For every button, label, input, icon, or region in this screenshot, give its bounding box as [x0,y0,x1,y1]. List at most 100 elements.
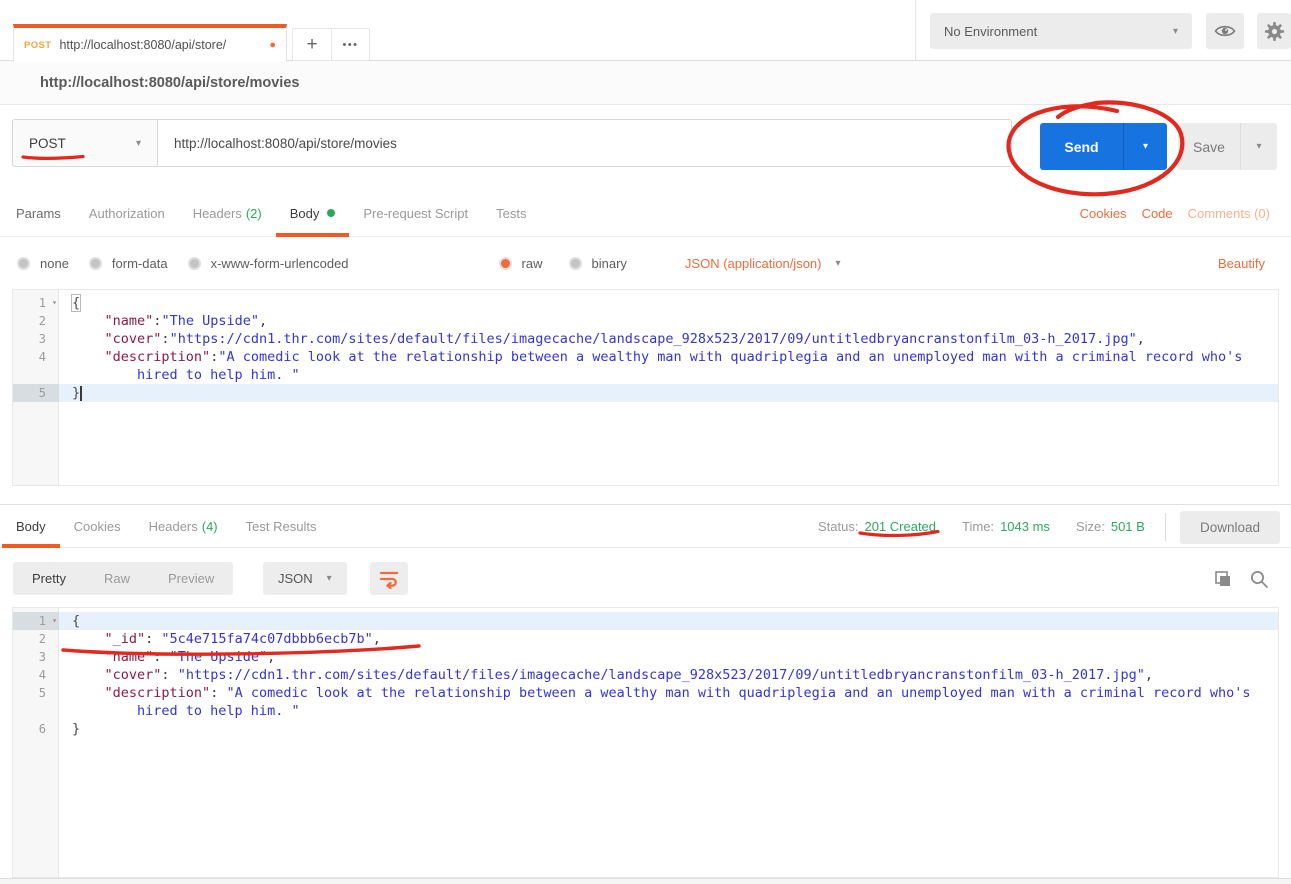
request-tab[interactable]: POST http://localhost:8080/api/store/ ● [13,24,287,62]
code-line: 4 "cover": "https://cdn1.thr.com/sites/d… [13,666,1278,684]
chevron-down-icon: ▾ [136,138,141,149]
response-format-selector[interactable]: JSON ▾ [263,562,347,595]
method-label: POST [29,136,66,151]
environment-quick-look-button[interactable] [1206,13,1244,49]
radio-icon [89,257,102,270]
code-line: 2 "name":"The Upside", [13,312,1278,330]
save-label: Save [1178,123,1240,170]
radio-selected-icon [499,257,512,270]
url-input[interactable] [157,119,1012,167]
response-format-label: JSON [278,571,313,586]
code-line: 5} [13,384,1278,402]
tab-tests[interactable]: Tests [482,190,540,236]
download-button[interactable]: Download [1180,511,1280,544]
body-mode-urlencoded[interactable]: x-www-form-urlencoded [188,256,349,271]
new-tab-button[interactable]: + [293,29,331,60]
headers-count: (2) [246,206,262,221]
send-options-button[interactable]: ▾ [1123,123,1167,170]
wrap-text-button[interactable] [370,562,408,595]
gear-icon [1263,20,1286,43]
code-line: 4 "description":"A comedic look at the r… [13,348,1278,366]
code-line: 3 "name": "The Upside", [13,648,1278,666]
response-tab-body[interactable]: Body [2,505,60,547]
chevron-down-icon: ▾ [835,258,840,269]
method-selector[interactable]: POST ▾ [12,119,158,167]
radio-label: none [40,256,69,271]
radio-icon [188,257,201,270]
radio-label: binary [592,256,627,271]
search-icon[interactable] [1249,569,1269,589]
request-tabs: Params Authorization Headers (2) Body Pr… [0,190,1291,237]
code-line: 1▾{ [13,294,1278,312]
chevron-down-icon: ▾ [1256,141,1261,152]
content-type-selector[interactable]: JSON (application/json) ▾ [685,256,841,271]
radio-icon [17,257,30,270]
code-line: 6} [13,720,1278,738]
content-type-label: JSON (application/json) [685,256,822,271]
body-type-row: none form-data x-www-form-urlencoded raw… [0,237,1291,289]
body-has-content-dot-icon [327,209,335,217]
save-button[interactable]: Save ▾ [1178,123,1277,170]
environment-label: No Environment [944,24,1037,39]
save-options-button[interactable]: ▾ [1240,123,1277,170]
more-tabs-button[interactable]: ••• [331,29,369,60]
code-link[interactable]: Code [1142,206,1173,221]
response-tab-test-results[interactable]: Test Results [232,505,331,547]
code-line: 5 "description": "A comedic look at the … [13,684,1278,702]
tab-body[interactable]: Body [276,190,350,236]
code-line: hired to help him. " [13,366,1278,384]
body-mode-binary[interactable]: binary [569,256,627,271]
tab-pre-request-script[interactable]: Pre-request Script [349,190,482,236]
response-tab-headers[interactable]: Headers (4) [135,505,232,547]
view-preview[interactable]: Preview [149,562,233,595]
tab-authorization[interactable]: Authorization [75,190,179,236]
bottom-bar [0,878,1291,884]
wrap-text-icon [378,568,400,589]
response-meta: Status: 201 Created Time: 1043 ms Size: … [818,505,1145,547]
chevron-down-icon: ▾ [1173,26,1178,37]
code-line: 3 "cover":"https://cdn1.thr.com/sites/de… [13,330,1278,348]
status-badge: Status: 201 Created [818,519,936,534]
copy-icon[interactable] [1213,569,1233,589]
request-body-editor[interactable]: 1▾{2 "name":"The Upside",3 "cover":"http… [12,289,1279,486]
response-body-editor[interactable]: 1▾{2 "_id": "5c4e715fa74c07dbbb6ecb7b",3… [12,607,1279,878]
radio-label: x-www-form-urlencoded [211,256,349,271]
unsaved-dot-icon: ● [269,39,276,51]
code-line: 1▾{ [13,612,1278,630]
request-builder: POST ▾ Send ▾ Save ▾ [0,105,1291,190]
body-mode-raw[interactable]: raw [499,256,543,271]
response-tab-cookies[interactable]: Cookies [60,505,135,547]
eye-icon [1214,23,1236,39]
response-actions [1213,562,1269,595]
beautify-link[interactable]: Beautify [1218,256,1265,271]
tab-params[interactable]: Params [2,190,75,236]
settings-button[interactable] [1257,13,1291,49]
body-mode-form-data[interactable]: form-data [89,256,168,271]
environment-selector[interactable]: No Environment ▾ [930,13,1192,49]
request-url-title: http://localhost:8080/api/store/movies [40,75,299,91]
response-toolbar: Pretty Raw Preview JSON ▾ [0,548,1291,607]
tab-actions: + ••• [292,28,370,61]
tab-headers[interactable]: Headers (2) [179,190,276,236]
time-badge: Time: 1043 ms [962,519,1050,534]
response-view-switch: Pretty Raw Preview [13,562,233,595]
size-badge: Size: 501 B [1076,519,1145,534]
send-button[interactable]: Send ▾ [1040,123,1167,170]
code-line: hired to help him. " [13,702,1278,720]
cookies-link[interactable]: Cookies [1080,206,1127,221]
request-title-row: http://localhost:8080/api/store/movies [0,61,1291,105]
text-cursor [80,386,82,401]
code-line: 2 "_id": "5c4e715fa74c07dbbb6ecb7b", [13,630,1278,648]
view-raw[interactable]: Raw [85,562,149,595]
view-pretty[interactable]: Pretty [13,562,85,595]
radio-label: raw [522,256,543,271]
send-label: Send [1040,123,1123,170]
plus-icon: + [306,34,317,56]
fold-caret-icon[interactable]: ▾ [52,612,57,630]
tab-method-badge: POST [24,40,51,51]
time-value: 1043 ms [1000,519,1050,534]
body-mode-none[interactable]: none [17,256,69,271]
tab-title: http://localhost:8080/api/store/ [59,38,226,52]
fold-caret-icon[interactable]: ▾ [52,294,57,312]
comments-link[interactable]: Comments (0) [1188,206,1270,221]
